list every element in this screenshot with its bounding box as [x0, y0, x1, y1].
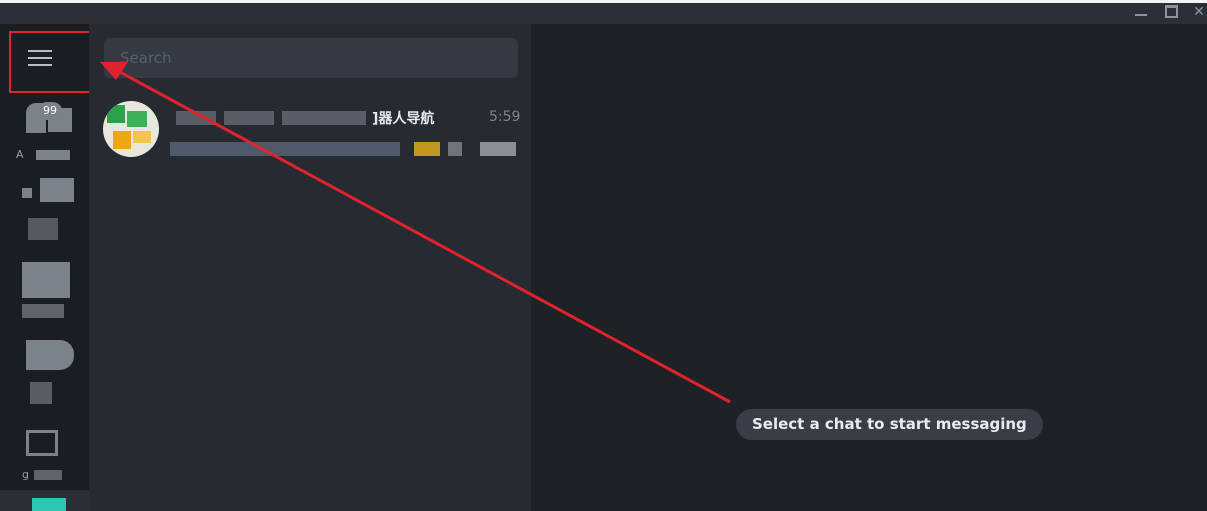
empty-state-pill: Select a chat to start messaging [736, 409, 1043, 440]
search-input[interactable]: Search [104, 38, 518, 78]
folder-label-5-blur [34, 470, 62, 480]
folder-icon-5[interactable] [26, 430, 58, 456]
search-placeholder: Search [120, 49, 172, 67]
maximize-button[interactable] [1160, 2, 1182, 22]
folder-label-3-blur [22, 304, 64, 318]
chat-avatar[interactable] [103, 101, 159, 157]
folder-icon-2-blur [22, 188, 32, 198]
chat-list-panel [89, 24, 531, 511]
maximize-icon [1164, 5, 1178, 18]
chat-title[interactable]: ]器人导航 [176, 108, 456, 128]
folder-label-5: g [22, 468, 29, 481]
folder-icon-2[interactable] [40, 178, 74, 202]
folder-icon-3[interactable] [22, 262, 70, 298]
folder-label-blur [36, 150, 70, 160]
minimize-button[interactable] [1130, 2, 1152, 22]
close-button[interactable]: ✕ [1188, 2, 1207, 22]
highlight-box [9, 31, 101, 93]
folder-label-4-blur [30, 382, 52, 404]
folder-sidebar [0, 24, 89, 490]
folder-label-2-blur [28, 218, 58, 240]
folder-icon-6[interactable] [32, 498, 66, 511]
unread-badge: 99 [38, 102, 62, 120]
title-bar: ✕ [0, 0, 1207, 24]
folder-icon-4[interactable] [26, 340, 74, 370]
chat-time: 5:59 [489, 109, 521, 125]
chat-title-visible-text: ]器人导航 [372, 111, 435, 127]
chat-preview [170, 140, 520, 158]
title-bar-top-strip [0, 0, 1207, 3]
minimize-icon [1135, 14, 1147, 16]
folder-label-all: A [16, 148, 24, 161]
